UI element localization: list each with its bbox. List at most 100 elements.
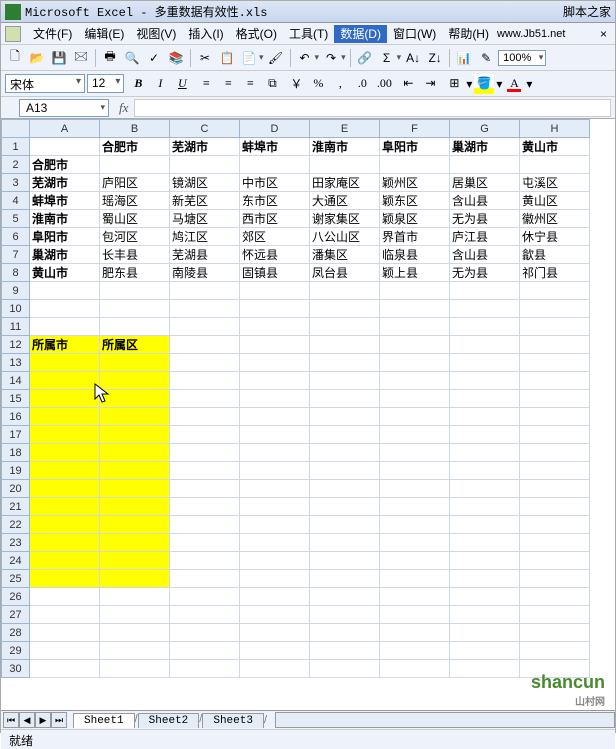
cell-D18[interactable] — [240, 444, 310, 462]
row-header-1[interactable]: 1 — [1, 138, 30, 156]
cell-A20[interactable] — [30, 480, 100, 498]
cell-A8[interactable]: 黄山市 — [30, 264, 100, 282]
cell-H2[interactable] — [520, 156, 590, 174]
borders-button[interactable]: ⊞ — [444, 74, 464, 94]
merge-button[interactable]: ⧉ — [262, 74, 282, 94]
cell-G11[interactable] — [450, 318, 520, 336]
cell-E16[interactable] — [310, 408, 380, 426]
cell-A6[interactable]: 阜阳市 — [30, 228, 100, 246]
cell-B3[interactable]: 庐阳区 — [100, 174, 170, 192]
sheet-tab-Sheet2[interactable]: Sheet2 — [138, 713, 200, 728]
cell-A24[interactable] — [30, 552, 100, 570]
cell-H29[interactable] — [520, 642, 590, 660]
cell-G23[interactable] — [450, 534, 520, 552]
cell-E10[interactable] — [310, 300, 380, 318]
cell-B18[interactable] — [100, 444, 170, 462]
cell-G4[interactable]: 含山县 — [450, 192, 520, 210]
new-button[interactable]: 🗋 — [5, 48, 25, 68]
cell-H16[interactable] — [520, 408, 590, 426]
cell-B14[interactable] — [100, 372, 170, 390]
cell-F24[interactable] — [380, 552, 450, 570]
cell-F3[interactable]: 颖州区 — [380, 174, 450, 192]
cell-F15[interactable] — [380, 390, 450, 408]
cell-D27[interactable] — [240, 606, 310, 624]
cell-C11[interactable] — [170, 318, 240, 336]
cell-C8[interactable]: 南陵县 — [170, 264, 240, 282]
cell-G7[interactable]: 含山县 — [450, 246, 520, 264]
cell-H19[interactable] — [520, 462, 590, 480]
cell-C18[interactable] — [170, 444, 240, 462]
cell-F11[interactable] — [380, 318, 450, 336]
col-header-C[interactable]: C — [170, 119, 240, 138]
col-header-E[interactable]: E — [310, 119, 380, 138]
cell-A29[interactable] — [30, 642, 100, 660]
cell-G25[interactable] — [450, 570, 520, 588]
cell-B24[interactable] — [100, 552, 170, 570]
row-header-28[interactable]: 28 — [1, 624, 30, 642]
cell-G28[interactable] — [450, 624, 520, 642]
cell-H8[interactable]: 祁门县 — [520, 264, 590, 282]
row-header-16[interactable]: 16 — [1, 408, 30, 426]
cell-B9[interactable] — [100, 282, 170, 300]
cell-A5[interactable]: 淮南市 — [30, 210, 100, 228]
col-header-G[interactable]: G — [450, 119, 520, 138]
cell-D2[interactable] — [240, 156, 310, 174]
cut-button[interactable]: ✂ — [195, 48, 215, 68]
row-header-29[interactable]: 29 — [1, 642, 30, 660]
cell-B1[interactable]: 合肥市 — [100, 138, 170, 156]
cell-E30[interactable] — [310, 660, 380, 678]
cell-H18[interactable] — [520, 444, 590, 462]
drawing-button[interactable]: ✎ — [476, 48, 496, 68]
cell-H21[interactable] — [520, 498, 590, 516]
cell-A27[interactable] — [30, 606, 100, 624]
cell-C23[interactable] — [170, 534, 240, 552]
cell-H9[interactable] — [520, 282, 590, 300]
chart-button[interactable]: 📊 — [454, 48, 474, 68]
cell-H17[interactable] — [520, 426, 590, 444]
cell-B16[interactable] — [100, 408, 170, 426]
cell-G6[interactable]: 庐江县 — [450, 228, 520, 246]
row-header-30[interactable]: 30 — [1, 660, 30, 678]
percent-button[interactable]: % — [308, 74, 328, 94]
cell-A25[interactable] — [30, 570, 100, 588]
permission-button[interactable]: 🖂 — [71, 48, 91, 68]
cell-F4[interactable]: 颖东区 — [380, 192, 450, 210]
cell-G21[interactable] — [450, 498, 520, 516]
cell-A19[interactable] — [30, 462, 100, 480]
comma-button[interactable]: , — [330, 74, 350, 94]
cell-B27[interactable] — [100, 606, 170, 624]
cell-G24[interactable] — [450, 552, 520, 570]
cell-E15[interactable] — [310, 390, 380, 408]
cell-E3[interactable]: 田家庵区 — [310, 174, 380, 192]
cell-C19[interactable] — [170, 462, 240, 480]
row-header-24[interactable]: 24 — [1, 552, 30, 570]
cell-D13[interactable] — [240, 354, 310, 372]
cell-E7[interactable]: 潘集区 — [310, 246, 380, 264]
bold-button[interactable]: B — [128, 74, 148, 94]
cell-B7[interactable]: 长丰县 — [100, 246, 170, 264]
row-header-12[interactable]: 12 — [1, 336, 30, 354]
cell-H27[interactable] — [520, 606, 590, 624]
cell-A26[interactable] — [30, 588, 100, 606]
fx-label[interactable]: fx — [113, 100, 134, 116]
menu-item-2[interactable]: 视图(V) — [130, 25, 182, 43]
cell-A15[interactable] — [30, 390, 100, 408]
cell-G29[interactable] — [450, 642, 520, 660]
cell-B10[interactable] — [100, 300, 170, 318]
cell-F26[interactable] — [380, 588, 450, 606]
cell-E18[interactable] — [310, 444, 380, 462]
cell-D9[interactable] — [240, 282, 310, 300]
cell-G2[interactable] — [450, 156, 520, 174]
cell-D25[interactable] — [240, 570, 310, 588]
cell-D8[interactable]: 固镇县 — [240, 264, 310, 282]
cell-D7[interactable]: 怀远县 — [240, 246, 310, 264]
cell-H5[interactable]: 徽州区 — [520, 210, 590, 228]
cell-H28[interactable] — [520, 624, 590, 642]
cell-E8[interactable]: 凤台县 — [310, 264, 380, 282]
cell-G27[interactable] — [450, 606, 520, 624]
row-header-26[interactable]: 26 — [1, 588, 30, 606]
cell-H15[interactable] — [520, 390, 590, 408]
cell-G19[interactable] — [450, 462, 520, 480]
cell-B11[interactable] — [100, 318, 170, 336]
row-header-20[interactable]: 20 — [1, 480, 30, 498]
